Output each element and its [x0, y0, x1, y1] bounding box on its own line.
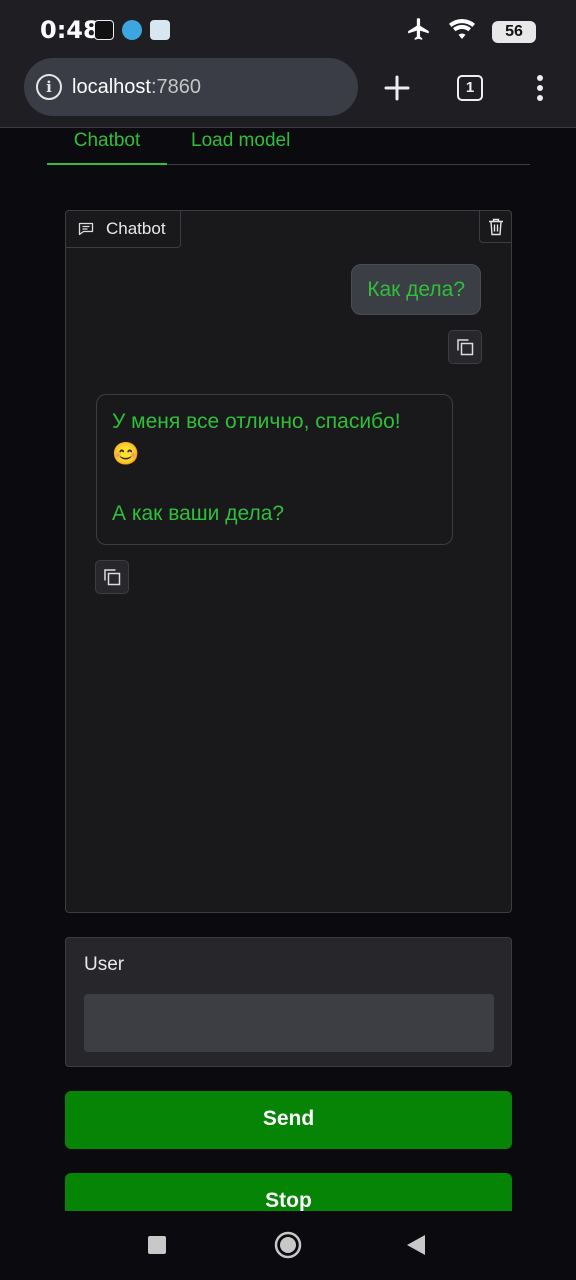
tab-bar: Chatbot Load model	[47, 128, 530, 165]
chat-icon	[78, 222, 94, 236]
copy-icon	[104, 569, 121, 586]
chatbot-label: Chatbot	[65, 210, 181, 248]
telegram-icon	[122, 20, 142, 40]
url-host: localhost	[72, 75, 151, 98]
chatbot-panel: Chatbot Как дела? У меня все отлично, сп…	[65, 210, 512, 913]
bot-message-blank-line	[112, 471, 437, 499]
wifi-icon	[448, 17, 476, 46]
clock: 0:48	[40, 16, 100, 44]
send-button[interactable]: Send	[65, 1091, 512, 1149]
square-icon	[148, 1236, 166, 1254]
more-vertical-icon	[537, 75, 543, 101]
tab-load-model-label: Load model	[191, 130, 291, 151]
tab-chatbot-label: Chatbot	[73, 130, 141, 151]
site-info-icon[interactable]: i	[36, 74, 62, 100]
user-input-label: User	[84, 954, 125, 975]
new-tab-button[interactable]	[377, 68, 417, 108]
status-bar: 0:48 56	[0, 0, 576, 56]
tab-count: 1	[457, 75, 483, 101]
browser-menu-button[interactable]	[520, 68, 560, 108]
copy-icon	[457, 339, 474, 356]
tab-chatbot[interactable]: Chatbot	[47, 128, 167, 165]
home-circle-icon	[274, 1231, 302, 1259]
bot-message-line: А как ваши дела?	[112, 502, 285, 525]
copy-bot-message-button[interactable]	[95, 560, 129, 594]
smiley-emoji: 😊	[112, 441, 140, 466]
browser-toolbar: i localhost:7860 1	[0, 56, 576, 128]
back-triangle-icon	[407, 1235, 425, 1255]
terminal-app-icon	[94, 20, 114, 40]
user-message: Как дела?	[351, 264, 481, 315]
clear-chat-button[interactable]	[479, 210, 512, 243]
tab-load-model[interactable]: Load model	[191, 128, 290, 165]
plus-icon	[384, 75, 410, 101]
user-message-text: Как дела?	[367, 278, 465, 301]
airplane-mode-icon	[406, 16, 432, 47]
bot-message: У меня все отлично, спасибо! 😊 А как ваш…	[96, 394, 453, 545]
stop-button[interactable]: Stop	[65, 1173, 512, 1211]
user-input-panel: User	[65, 937, 512, 1067]
battery-indicator: 56	[492, 20, 536, 43]
system-nav-bar	[0, 1211, 576, 1280]
tab-switcher-button[interactable]: 1	[450, 68, 490, 108]
recent-apps-button[interactable]	[141, 1229, 173, 1261]
address-bar[interactable]: i localhost:7860	[24, 58, 358, 116]
copy-user-message-button[interactable]	[448, 330, 482, 364]
notes-app-icon	[150, 20, 170, 40]
system-icons: 56	[406, 16, 536, 47]
url-port: :7860	[150, 75, 201, 98]
notification-icons	[94, 20, 170, 40]
user-message-input[interactable]	[84, 994, 494, 1052]
back-button[interactable]	[400, 1229, 432, 1261]
trash-icon	[488, 218, 503, 235]
bot-message-line: У меня все отлично, спасибо!	[112, 410, 401, 433]
chatbot-label-text: Chatbot	[106, 219, 166, 238]
home-button[interactable]	[272, 1229, 304, 1261]
